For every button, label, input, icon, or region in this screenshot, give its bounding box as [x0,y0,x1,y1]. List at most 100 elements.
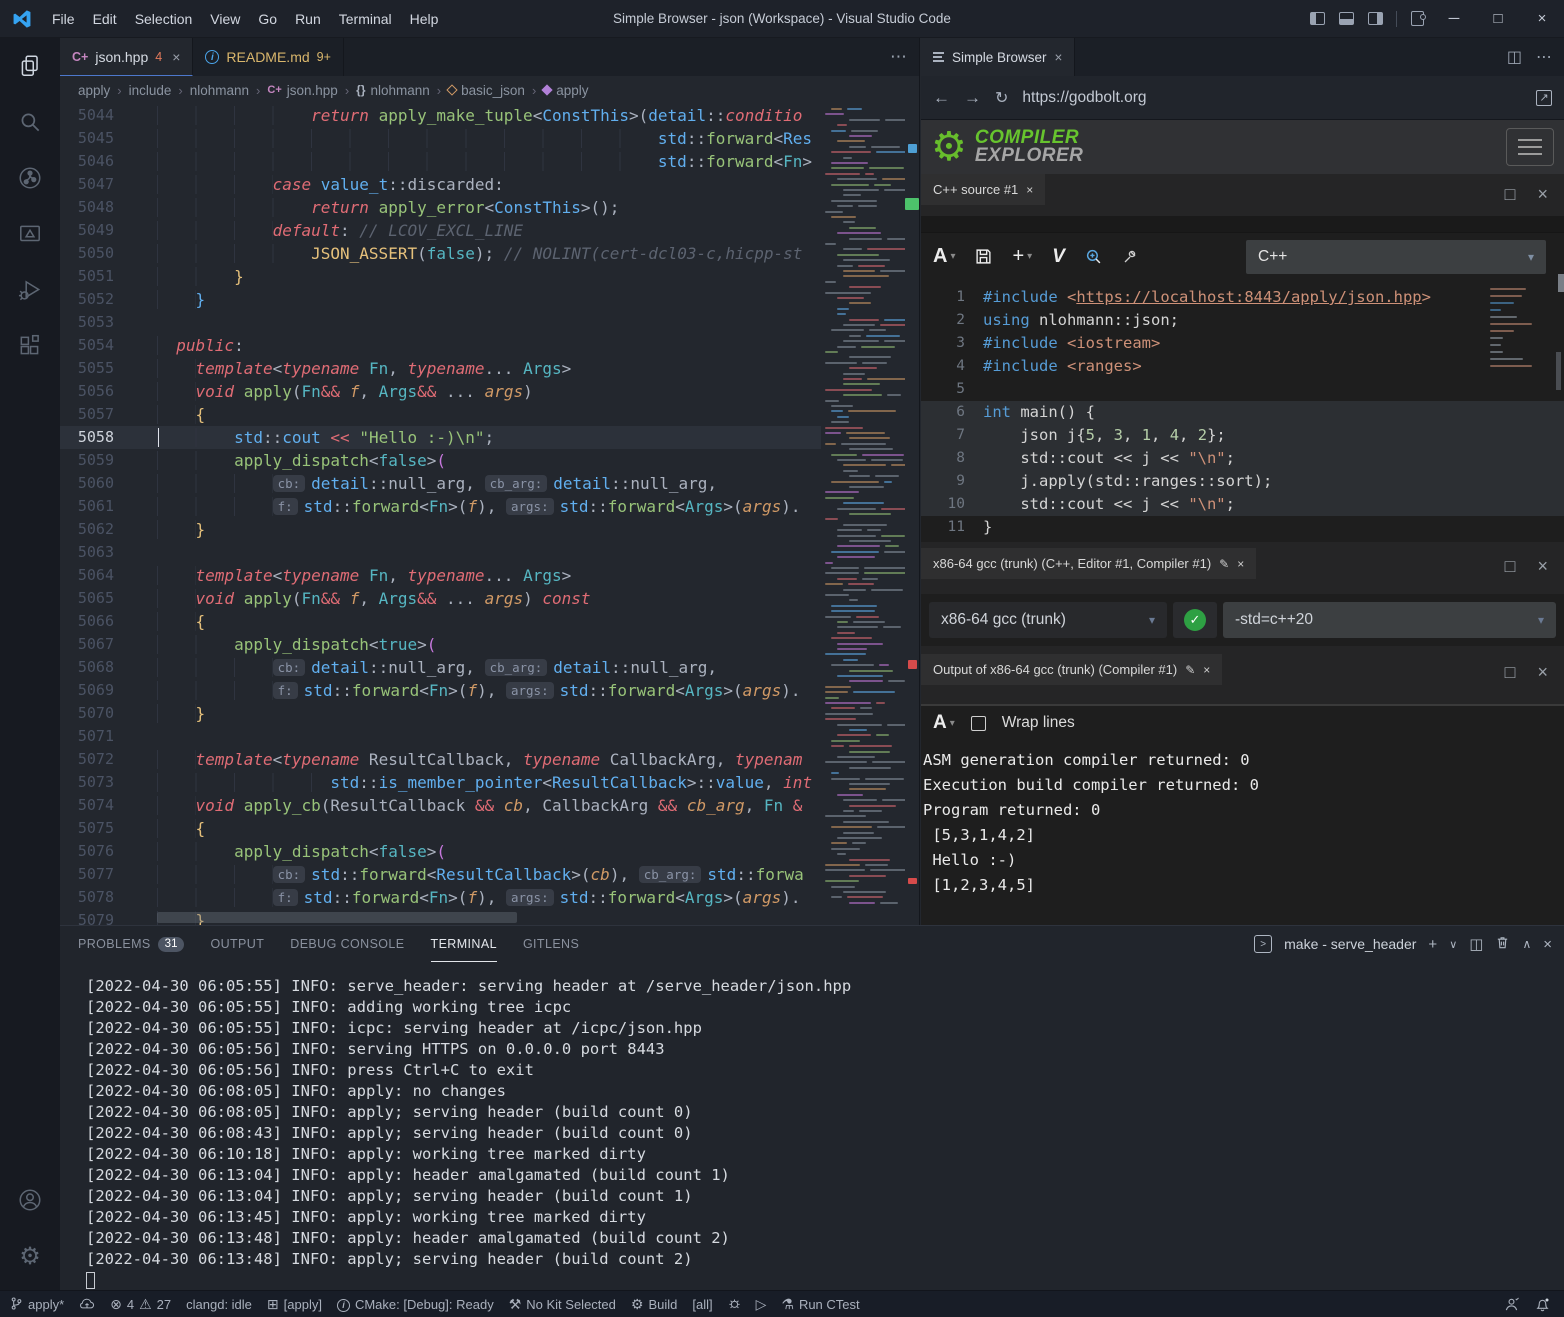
source-control-icon[interactable] [0,150,60,206]
source-tab[interactable]: C++ source #1 × [921,174,1045,205]
font-size-button[interactable]: A▾ [933,245,955,268]
code-line-5053[interactable]: 5053 [60,311,919,334]
panel-tab-terminal[interactable]: TERMINAL [431,926,497,962]
breadcrumb-item-basic_json[interactable]: basic_json [448,83,525,98]
close-pane-icon[interactable]: × [1537,184,1548,205]
close-window-button[interactable]: × [1520,0,1564,38]
status-problems[interactable]: ⊗4⚠27 [110,1297,171,1312]
code-line-5048[interactable]: 5048 return apply_error<ConstThis>(); [60,196,919,219]
code-line-5056[interactable]: 5056 void apply(Fn&& f, Args&& ... args) [60,380,919,403]
maximize-pane-icon[interactable]: □ [1505,556,1516,577]
status-debug-target[interactable] [728,1297,741,1312]
source-line-1[interactable]: 1#include <https://localhost:8443/apply/… [921,286,1564,309]
code-line-5049[interactable]: 5049 default: // LCOV_EXCL_LINE [60,219,919,242]
code-line-5066[interactable]: 5066 { [60,610,919,633]
vim-mode-icon[interactable]: V [1052,246,1065,268]
close-pane-icon[interactable]: × [1537,556,1548,577]
menu-selection[interactable]: Selection [126,0,202,38]
terminal-task-label[interactable]: make - serve_header [1284,936,1416,952]
rename-icon[interactable]: ✎ [1185,663,1195,677]
code-line-5052[interactable]: 5052 } [60,288,919,311]
menu-view[interactable]: View [201,0,249,38]
code-line-5078[interactable]: 5078 f:std::forward<Fn>(f), args:std::fo… [60,886,919,909]
add-pane-button[interactable]: +▾ [1012,245,1032,268]
back-icon[interactable]: ← [933,88,950,108]
code-line-5057[interactable]: 5057 { [60,403,919,426]
menu-run[interactable]: Run [286,0,330,38]
split-editor-icon[interactable]: ◫ [1507,47,1522,67]
code-line-5044[interactable]: 5044 return apply_make_tuple<ConstThis>(… [60,104,919,127]
compiler-args-input[interactable]: -std=c++20 ▾ [1223,602,1556,638]
breadcrumb-item-apply[interactable]: apply [543,83,588,98]
status-cmake-status[interactable]: iCMake: [Debug]: Ready [337,1296,494,1312]
rename-icon[interactable]: ✎ [1219,557,1229,571]
menu-help[interactable]: Help [401,0,448,38]
code-line-5072[interactable]: 5072 template<typename ResultCallback, t… [60,748,919,771]
more-actions-icon[interactable]: ⋯ [890,47,907,67]
compiler-tab[interactable]: x86-64 gcc (trunk) (C++, Editor #1, Comp… [921,548,1256,579]
wrap-lines-checkbox[interactable] [971,716,986,731]
save-icon[interactable] [975,248,992,265]
source-code-editor[interactable]: 1#include <https://localhost:8443/apply/… [921,280,1564,542]
menu-file[interactable]: File [43,0,84,38]
code-line-5046[interactable]: 5046 std::forward<Fn> [60,150,919,173]
kill-terminal-icon[interactable] [1495,935,1510,954]
code-line-5067[interactable]: 5067 apply_dispatch<true>( [60,633,919,656]
reload-icon[interactable]: ↻ [995,88,1008,108]
panel-tab-gitlens[interactable]: GITLENS [523,926,579,962]
status-run-ctest[interactable]: ⚗Run CTest [781,1297,859,1312]
zoom-search-icon[interactable] [1085,248,1102,265]
maximize-panel-icon[interactable]: ∧ [1522,937,1531,951]
language-select[interactable]: C++ ▾ [1246,240,1546,274]
close-icon[interactable]: × [1237,557,1244,571]
maximize-pane-icon[interactable]: □ [1505,184,1516,205]
code-line-5062[interactable]: 5062 } [60,518,919,541]
maximize-pane-icon[interactable]: □ [1505,662,1516,683]
code-line-5075[interactable]: 5075 { [60,817,919,840]
menu-go[interactable]: Go [249,0,286,38]
menu-terminal[interactable]: Terminal [330,0,401,38]
status-cmake-kit[interactable]: ⚒No Kit Selected [509,1297,616,1312]
toggle-secondary-sidebar-icon[interactable] [1368,12,1383,25]
source-line-7[interactable]: 7 json j{5, 3, 1, 4, 2}; [921,424,1564,447]
code-line-5047[interactable]: 5047 case value_t::discarded: [60,173,919,196]
code-line-5063[interactable]: 5063 [60,541,919,564]
source-line-4[interactable]: 4#include <ranges> [921,355,1564,378]
overview-ruler[interactable] [905,104,919,925]
source-line-3[interactable]: 3#include <iostream> [921,332,1564,355]
compiler-select[interactable]: x86-64 gcc (trunk) ▾ [929,602,1167,638]
panel-tab-output[interactable]: OUTPUT [210,926,264,962]
tab-readme-md[interactable]: i README.md 9+ [193,38,344,76]
status-active-project[interactable]: ⊞[apply] [267,1297,322,1312]
source-line-2[interactable]: 2using nlohmann::json; [921,309,1564,332]
toggle-sidebar-icon[interactable] [1310,12,1325,25]
font-size-button[interactable]: A▾ [933,712,955,734]
close-pane-icon[interactable]: × [1537,662,1548,683]
maximize-button[interactable]: □ [1476,0,1520,38]
close-tab-icon[interactable]: × [1055,50,1063,65]
toggle-panel-icon[interactable] [1339,12,1354,25]
more-actions-icon[interactable]: ⋯ [1536,47,1552,67]
code-line-5064[interactable]: 5064 template<typename Fn, typename... A… [60,564,919,587]
customize-layout-icon[interactable] [1411,11,1424,26]
source-line-5[interactable]: 5 [921,378,1564,401]
split-terminal-icon[interactable]: ◫ [1469,935,1483,953]
breadcrumb-item-include[interactable]: include [129,83,172,98]
breadcrumb-item-json.hpp[interactable]: C+json.hpp [267,83,337,98]
code-line-5068[interactable]: 5068 cb:detail::null_arg, cb_arg:detail:… [60,656,919,679]
breadcrumb-item-nlohmann[interactable]: {}nlohmann [356,83,430,98]
code-line-5076[interactable]: 5076 apply_dispatch<false>( [60,840,919,863]
minimize-button[interactable]: ─ [1432,0,1476,38]
webview-scrollbar[interactable] [1558,274,1564,292]
settings-gear-icon[interactable]: ⚙ [0,1228,60,1284]
status-git-branch[interactable]: apply* [10,1297,64,1312]
code-line-5065[interactable]: 5065 void apply(Fn&& f, Args&& ... args)… [60,587,919,610]
source-line-6[interactable]: 6int main() { [921,401,1564,424]
panel-tab-debug-console[interactable]: DEBUG CONSOLE [290,926,404,962]
code-line-5060[interactable]: 5060 cb:detail::null_arg, cb_arg:detail:… [60,472,919,495]
source-line-9[interactable]: 9 j.apply(std::ranges::sort); [921,470,1564,493]
code-line-5069[interactable]: 5069 f:std::forward<Fn>(f), args:std::fo… [60,679,919,702]
source-scrollbar[interactable] [1556,352,1561,390]
tab-json-hpp[interactable]: C+ json.hpp 4 × [60,38,193,76]
output-tab[interactable]: Output of x86-64 gcc (trunk) (Compiler #… [921,654,1222,685]
